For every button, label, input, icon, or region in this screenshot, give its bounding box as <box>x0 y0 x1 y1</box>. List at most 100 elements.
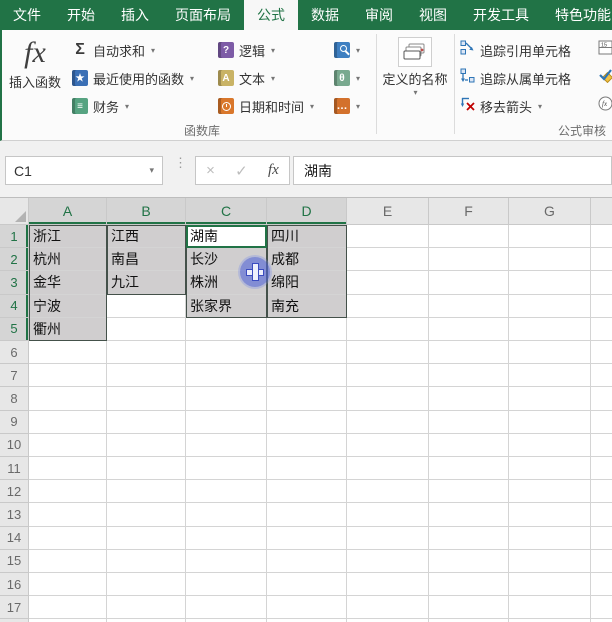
cell-partial-16[interactable] <box>591 573 612 597</box>
cell-C6[interactable] <box>186 341 267 365</box>
enter-button[interactable]: ✓ <box>235 162 248 180</box>
cell-C1[interactable]: 湖南 <box>186 225 267 249</box>
row-header-12[interactable]: 12 <box>0 480 29 504</box>
cell-A15[interactable] <box>29 549 107 573</box>
cell-F16[interactable] <box>429 573 509 597</box>
cell-F13[interactable] <box>429 503 509 527</box>
cell-B11[interactable] <box>107 457 186 481</box>
cell-C11[interactable] <box>186 457 267 481</box>
row-header-5[interactable]: 5 <box>0 317 29 341</box>
cell-G9[interactable] <box>509 410 591 434</box>
row-header-3[interactable]: 3 <box>0 271 29 295</box>
cell-E10[interactable] <box>347 433 429 457</box>
cell-B10[interactable] <box>107 433 186 457</box>
cell-E14[interactable] <box>347 526 429 550</box>
cell-partial-3[interactable] <box>591 271 612 295</box>
row-header-10[interactable]: 10 <box>0 433 29 457</box>
cell-G11[interactable] <box>509 457 591 481</box>
cell-E17[interactable] <box>347 596 429 620</box>
cell-G17[interactable] <box>509 596 591 620</box>
cell-C10[interactable] <box>186 433 267 457</box>
cell-C4[interactable]: 张家界 <box>186 294 267 318</box>
cell-A6[interactable] <box>29 341 107 365</box>
cell-F11[interactable] <box>429 457 509 481</box>
auditing-button-3[interactable]: 移去箭头 ▾ <box>460 94 542 118</box>
cell-G7[interactable] <box>509 364 591 388</box>
cell-F2[interactable] <box>429 248 509 272</box>
cell-F10[interactable] <box>429 433 509 457</box>
cell-D10[interactable] <box>267 433 347 457</box>
cell-D17[interactable] <box>267 596 347 620</box>
formula-bar-resize-handle[interactable]: ⋮ <box>174 156 187 169</box>
cell-B14[interactable] <box>107 526 186 550</box>
cell-partial-2[interactable] <box>591 248 612 272</box>
cell-D13[interactable] <box>267 503 347 527</box>
cell-G4[interactable] <box>509 294 591 318</box>
cell-D6[interactable] <box>267 341 347 365</box>
cell-F5[interactable] <box>429 317 509 341</box>
cell-G6[interactable] <box>509 341 591 365</box>
cell-F6[interactable] <box>429 341 509 365</box>
cell-A16[interactable] <box>29 573 107 597</box>
cell-A8[interactable] <box>29 387 107 411</box>
cell-F15[interactable] <box>429 549 509 573</box>
cell-B4[interactable] <box>107 294 186 318</box>
auditing-edge-button-1[interactable]: 15 <box>598 38 612 62</box>
cell-C3[interactable]: 株洲 <box>186 271 267 295</box>
row-header-16[interactable]: 16 <box>0 573 29 597</box>
cell-F17[interactable] <box>429 596 509 620</box>
cell-C13[interactable] <box>186 503 267 527</box>
cell-F8[interactable] <box>429 387 509 411</box>
cell-C5[interactable] <box>186 317 267 341</box>
column-header-E[interactable]: E <box>347 198 429 225</box>
cell-E6[interactable] <box>347 341 429 365</box>
cell-A17[interactable] <box>29 596 107 620</box>
cell-C14[interactable] <box>186 526 267 550</box>
row-header-13[interactable]: 13 <box>0 503 29 527</box>
cell-B9[interactable] <box>107 410 186 434</box>
cell-A2[interactable]: 杭州 <box>29 248 107 272</box>
auditing-edge-button-3[interactable]: fx <box>598 94 612 118</box>
row-header-11[interactable]: 11 <box>0 457 29 481</box>
cell-G16[interactable] <box>509 573 591 597</box>
cell-A14[interactable] <box>29 526 107 550</box>
cell-B16[interactable] <box>107 573 186 597</box>
row-header-15[interactable]: 15 <box>0 549 29 573</box>
cell-A4[interactable]: 宁波 <box>29 294 107 318</box>
cell-B6[interactable] <box>107 341 186 365</box>
column-header-partial[interactable] <box>591 198 612 225</box>
cell-E9[interactable] <box>347 410 429 434</box>
cell-D12[interactable] <box>267 480 347 504</box>
cell-G3[interactable] <box>509 271 591 295</box>
row-header-14[interactable]: 14 <box>0 526 29 550</box>
cancel-button[interactable]: × <box>206 162 215 179</box>
cell-B3[interactable]: 九江 <box>107 271 186 295</box>
cell-partial-8[interactable] <box>591 387 612 411</box>
cell-B2[interactable]: 南昌 <box>107 248 186 272</box>
cell-D15[interactable] <box>267 549 347 573</box>
cell-D7[interactable] <box>267 364 347 388</box>
cell-E1[interactable] <box>347 225 429 249</box>
library-button-book-math[interactable]: θ ▾ <box>334 66 360 90</box>
cell-G8[interactable] <box>509 387 591 411</box>
cell-partial-10[interactable] <box>591 433 612 457</box>
column-header-B[interactable]: B <box>107 198 186 225</box>
cell-A12[interactable] <box>29 480 107 504</box>
library-button-book-text[interactable]: A 文本 ▾ <box>218 66 275 90</box>
cell-A7[interactable] <box>29 364 107 388</box>
cell-partial-15[interactable] <box>591 549 612 573</box>
cell-A5[interactable]: 衢州 <box>29 317 107 341</box>
insert-function-button[interactable]: fx 插入函数 <box>4 36 66 91</box>
cell-G14[interactable] <box>509 526 591 550</box>
cell-partial-12[interactable] <box>591 480 612 504</box>
cell-F1[interactable] <box>429 225 509 249</box>
row-header-17[interactable]: 17 <box>0 596 29 620</box>
cell-B1[interactable]: 江西 <box>107 225 186 249</box>
cell-partial-7[interactable] <box>591 364 612 388</box>
library-button-book-more[interactable]: … ▾ <box>334 94 360 118</box>
cell-partial-6[interactable] <box>591 341 612 365</box>
cell-E5[interactable] <box>347 317 429 341</box>
library-button-book-clock[interactable]: 日期和时间 ▾ <box>218 94 314 118</box>
name-box[interactable]: C1 ▾ <box>5 156 163 185</box>
cell-G12[interactable] <box>509 480 591 504</box>
